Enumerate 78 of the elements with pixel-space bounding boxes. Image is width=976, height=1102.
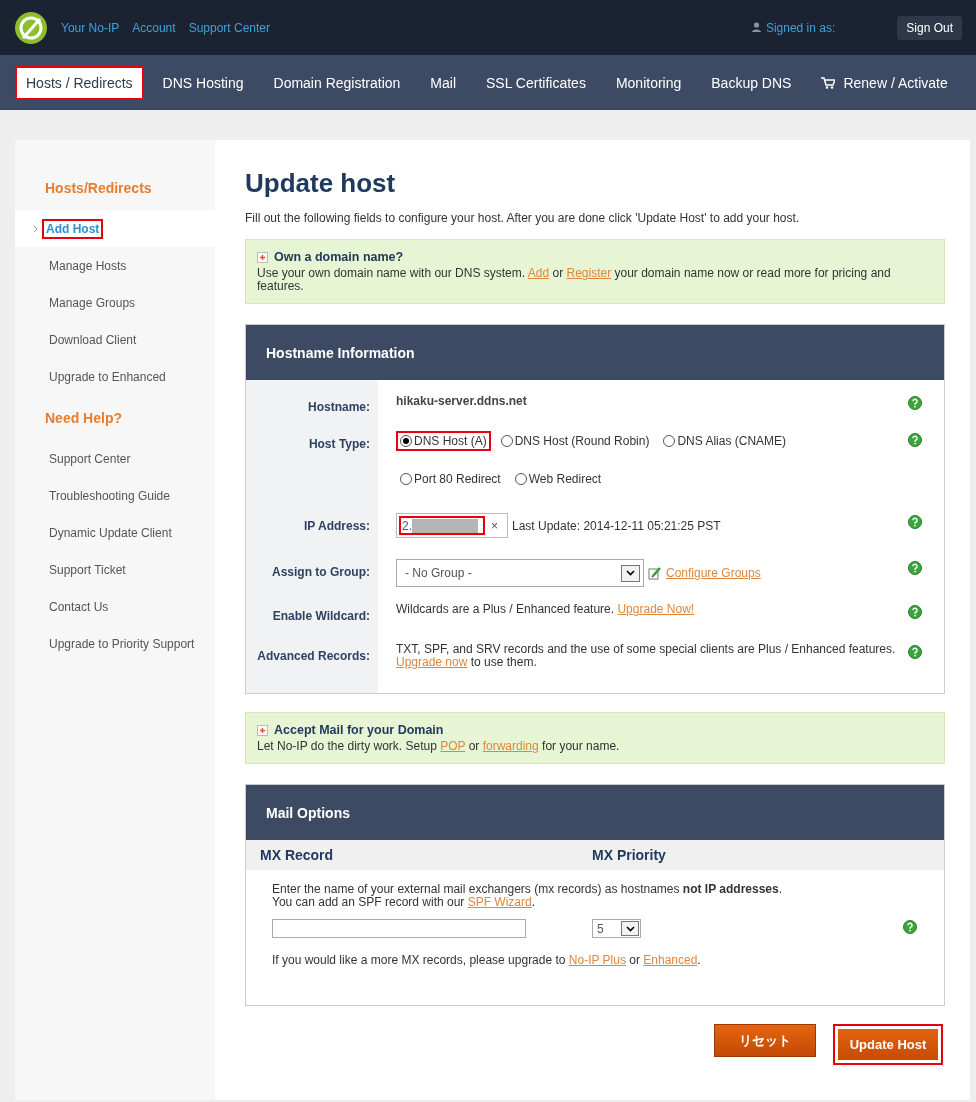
redaction-bar <box>412 518 478 533</box>
signed-in-text: Signed in as: <box>751 20 836 35</box>
expand-icon[interactable] <box>257 251 268 263</box>
radio-option[interactable]: Web Redirect <box>510 469 606 489</box>
sidebar-item[interactable]: Support Center <box>45 448 135 469</box>
field-label: Advanced Records: <box>246 633 378 693</box>
upgrade-text: If you would like a more MX records, please upgrade to No-IP Plus or Enhanced. <box>272 954 702 967</box>
help-icon[interactable] <box>908 515 922 529</box>
clear-button[interactable]: × <box>491 518 498 533</box>
chevron-icon <box>33 224 38 233</box>
sidebar-item[interactable]: Manage Hosts <box>45 255 131 276</box>
feature-note: TXT, SPF, and SRV records and the use of some special clients are Plus / Enhanced features. Upgrade now to use them. <box>396 643 897 669</box>
field-label: Host Type: <box>246 425 378 507</box>
sidebar-item[interactable]: Upgrade to Enhanced <box>45 366 170 387</box>
edit-icon[interactable] <box>648 566 662 580</box>
sidebar-heading: Hosts/Redirects <box>44 179 153 198</box>
field-label: Hostname: <box>246 380 378 425</box>
sidebar-heading: Need Help? <box>44 409 123 428</box>
expand-icon[interactable] <box>257 724 268 736</box>
radio-option[interactable]: DNS Host (A) <box>396 431 491 451</box>
caret-icon <box>621 564 640 582</box>
help-icon[interactable] <box>908 396 922 410</box>
nav-tab[interactable]: Renew / Activate <box>810 65 959 100</box>
logo-icon[interactable] <box>14 10 48 45</box>
notice-title: Accept Mail for your Domain <box>274 723 444 737</box>
ip-address-field[interactable]: 2. × <box>396 513 508 538</box>
sidebar-item[interactable]: Contact Us <box>45 596 113 617</box>
sidebar-item[interactable]: Support Ticket <box>45 559 130 580</box>
page-title: Update host <box>245 168 397 199</box>
reset-button[interactable]: リセット <box>714 1024 816 1057</box>
group-dropdown[interactable]: - No Group - <box>396 559 644 587</box>
sidebar-item[interactable]: Download Client <box>45 329 141 350</box>
nav-tab[interactable]: Backup DNS <box>700 65 803 100</box>
field-label: Enable Wildcard: <box>246 593 378 633</box>
top-link[interactable]: Account <box>132 20 176 35</box>
column-heading: MX Priority <box>592 847 667 863</box>
sidebar-item[interactable]: Upgrade to Priority Support <box>45 633 199 654</box>
top-link[interactable]: Your No-IP <box>61 20 120 35</box>
nav-tab[interactable]: Domain Registration <box>262 65 412 100</box>
nav-tab[interactable]: Mail <box>419 65 468 100</box>
column-heading: MX Record <box>260 847 335 863</box>
sidebar-item[interactable]: Add Host <box>42 218 104 239</box>
radio-option[interactable]: DNS Host (Round Robin) <box>496 431 654 451</box>
field-label: Assign to Group: <box>246 553 378 593</box>
intro-text: Fill out the following fields to configure your host. After you are done click 'Update Host' to add your host. <box>245 211 801 225</box>
cart-icon <box>821 76 836 89</box>
notice-text: Let No-IP do the dirty work. Setup POP or forwarding for your name. <box>257 740 621 753</box>
sign-out-button[interactable]: Sign Out <box>897 15 962 40</box>
radio-option[interactable]: Port 80 Redirect <box>396 469 505 489</box>
nav-tab[interactable]: SSL Certificates <box>475 65 597 100</box>
radio-option[interactable]: DNS Alias (CNAME) <box>659 431 791 451</box>
help-icon[interactable] <box>908 561 922 575</box>
nav-tab[interactable]: DNS Hosting <box>151 65 255 100</box>
help-icon[interactable] <box>908 645 922 659</box>
notice-title: Own a domain name? <box>274 250 404 264</box>
hostname-value: hikaku-server.ddns.net <box>396 394 528 408</box>
feature-note: Wildcards are a Plus / Enhanced feature. Upgrade Now! <box>396 603 696 616</box>
priority-dropdown[interactable]: 5 <box>592 919 641 938</box>
nav-tab[interactable]: Monitoring <box>604 65 693 100</box>
update-button[interactable]: Update Host <box>833 1024 943 1065</box>
sidebar-item[interactable]: Dynamic Update Client <box>45 522 176 543</box>
top-link[interactable]: Support Center <box>188 20 270 35</box>
instruction-text: You can add an SPF record with our SPF Wizard. <box>272 896 536 909</box>
nav-tab[interactable]: Hosts / Redirects <box>15 65 144 100</box>
user-icon <box>751 21 761 32</box>
caret-icon <box>621 921 639 936</box>
last-update-text: Last Update: 2014-12-11 05:21:25 PST <box>512 518 721 533</box>
help-icon[interactable] <box>903 920 917 934</box>
panel-title: Mail Options <box>246 785 944 840</box>
sidebar-item[interactable]: Manage Groups <box>45 292 140 313</box>
notice-text: Use your own domain name with our DNS system. Add or Register your domain name now or read more for pricing and features. <box>257 267 892 293</box>
field-label: IP Address: <box>246 507 378 553</box>
instruction-text: Enter the name of your external mail exchangers (mx records) as hostnames not IP addresses. <box>272 883 784 896</box>
sidebar-item[interactable]: Troubleshooting Guide <box>45 485 174 506</box>
help-icon[interactable] <box>908 433 922 447</box>
mx-record-field[interactable] <box>272 919 526 938</box>
panel-title: Hostname Information <box>246 325 944 380</box>
help-icon[interactable] <box>908 605 922 619</box>
